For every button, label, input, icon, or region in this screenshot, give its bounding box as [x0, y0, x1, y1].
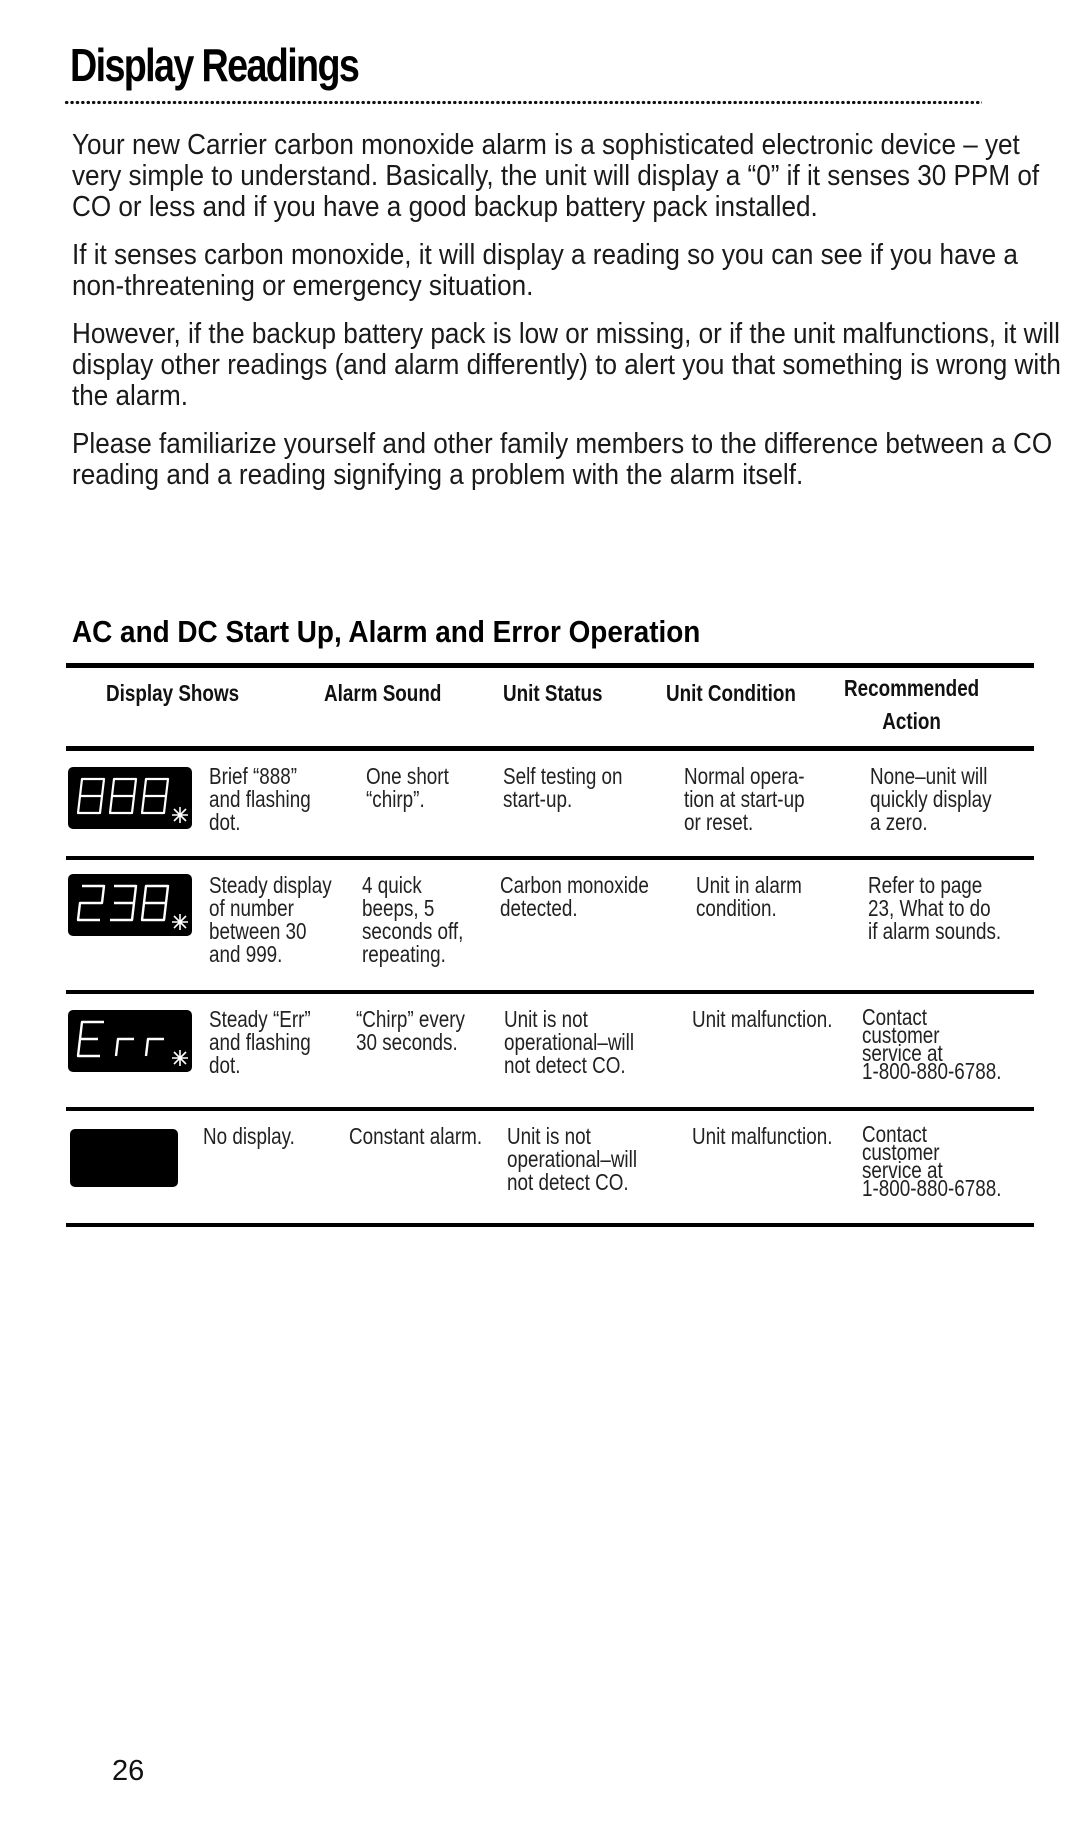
table-row: Steady display of number between 30 and … — [66, 860, 1034, 990]
page-number: 26 — [112, 1755, 145, 1787]
flashing-dot-icon — [172, 1050, 188, 1066]
table-row: No display. Constant alarm. Unit is not … — [66, 1111, 1034, 1223]
cell-alarm-sound: Constant alarm. — [349, 1123, 483, 1149]
cell-unit-status: Carbon monoxide detected. — [500, 872, 649, 921]
intro-paragraph: However, if the backup battery pack is l… — [72, 318, 1061, 412]
lcd-digits — [76, 1020, 188, 1066]
cell-unit-condition: Unit in alarm condition. — [696, 872, 802, 921]
cell-display-shows: Steady “Err” and flashing dot. — [209, 1006, 311, 1078]
cell-recommended-action: None–unit will quickly display a zero. — [870, 763, 992, 835]
flashing-dot-icon — [172, 807, 188, 823]
cell-unit-condition: Unit malfunction. — [692, 1006, 833, 1032]
section-title: AC and DC Start Up, Alarm and Error Oper… — [72, 614, 701, 649]
table-row: Brief “888” and flashing dot. One short … — [66, 751, 1034, 856]
cell-alarm-sound: One short “chirp”. — [366, 763, 449, 812]
lcd-238-icon — [68, 874, 192, 936]
header-recommended-action: Recommended Action — [844, 675, 980, 734]
page-title: Display Readings — [70, 39, 360, 91]
intro-paragraph: Please familiarize yourself and other fa… — [72, 428, 1053, 491]
cell-unit-status: Unit is not operational–will not detect … — [504, 1006, 635, 1078]
header-unit-condition: Unit Condition — [666, 680, 796, 706]
cell-recommended-action: Contact customer service at 1-800-880-67… — [862, 1004, 1002, 1084]
cell-display-shows: No display. — [203, 1123, 295, 1149]
header-alarm-sound: Alarm Sound — [324, 680, 442, 706]
header-unit-status: Unit Status — [503, 680, 603, 706]
cell-display-shows: Steady display of number between 30 and … — [209, 872, 332, 967]
table-row: Steady “Err” and flashing dot. “Chirp” e… — [66, 994, 1034, 1107]
lcd-888-icon — [68, 767, 192, 829]
lcd-err-icon — [68, 1010, 192, 1072]
operation-table: Display Shows Alarm Sound Unit Status Un… — [66, 663, 1034, 1227]
intro-text: Your new Carrier carbon monoxide alarm i… — [72, 130, 1072, 508]
cell-display-shows: Brief “888” and flashing dot. — [209, 763, 311, 835]
dotted-title-rule — [64, 100, 982, 105]
intro-paragraph: Your new Carrier carbon monoxide alarm i… — [72, 129, 1040, 223]
cell-unit-status: Self testing on start-up. — [503, 763, 623, 812]
cell-recommended-action: Contact customer service at 1-800-880-67… — [862, 1121, 1002, 1201]
table-header-row: Display Shows Alarm Sound Unit Status Un… — [66, 668, 1034, 746]
flashing-dot-icon — [172, 914, 188, 930]
cell-recommended-action: Refer to page 23, What to do if alarm so… — [868, 872, 1002, 944]
cell-unit-condition: Normal opera- tion at start-up or reset. — [684, 763, 805, 835]
lcd-digits — [76, 777, 188, 823]
table-bottom-rule — [66, 1223, 1034, 1227]
intro-paragraph: If it senses carbon monoxide, it will di… — [72, 239, 1018, 302]
cell-alarm-sound: “Chirp” every 30 seconds. — [356, 1006, 465, 1055]
lcd-blank-icon — [70, 1129, 178, 1187]
header-display-shows: Display Shows — [106, 680, 240, 706]
lcd-digits — [76, 884, 188, 930]
cell-unit-status: Unit is not operational–will not detect … — [507, 1123, 638, 1195]
cell-unit-condition: Unit malfunction. — [692, 1123, 833, 1149]
cell-alarm-sound: 4 quick beeps, 5 seconds off, repeating. — [362, 872, 464, 967]
